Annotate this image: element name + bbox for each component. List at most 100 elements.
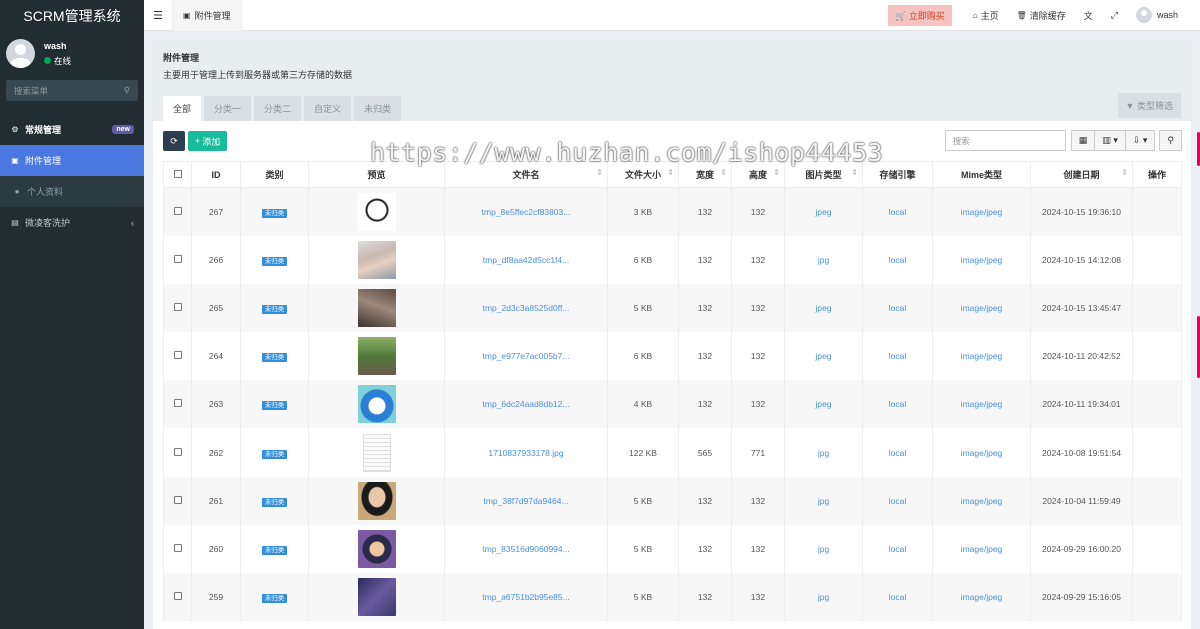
storage-link[interactable]: local [889,207,906,217]
image-type-link[interactable]: jpg [818,255,829,265]
user-menu[interactable]: wash [1127,0,1200,31]
preview-thumbnail[interactable] [357,288,396,327]
row-checkbox[interactable] [173,495,182,504]
row-checkbox[interactable] [173,543,182,552]
filename-link[interactable]: 1710837933178.jpg [488,448,563,458]
mime-link[interactable]: image/jpeg [961,351,1003,361]
sidebar-item-attachments[interactable]: ▣ 附件管理 [0,145,144,176]
filename-link[interactable]: tmp_a6751b2b95e85... [482,592,569,602]
storage-link[interactable]: local [889,496,906,506]
mime-link[interactable]: image/jpeg [961,255,1003,265]
mime-link[interactable]: image/jpeg [961,448,1003,458]
preview-thumbnail[interactable] [357,192,396,231]
category-tag[interactable]: 未归类 [261,594,288,604]
fullscreen-button[interactable]: ⤢ [1102,0,1127,31]
preview-thumbnail[interactable] [357,240,396,279]
columns-button[interactable]: ▥ ▾ [1094,130,1126,151]
language-button[interactable]: 文 [1075,0,1102,31]
column-header-image-type[interactable]: 图片类型 [784,161,863,188]
category-tag[interactable]: 未归类 [261,449,288,459]
preview-thumbnail[interactable] [362,433,391,472]
table-row[interactable]: 261 未归类 tmp_38f7d97da9464... 5 KB 132 13… [163,476,1182,525]
column-header-width[interactable]: 宽度 [678,161,732,188]
tab-category-two[interactable]: 分类二 [254,96,302,121]
storage-link[interactable]: local [889,399,906,409]
category-tag[interactable]: 未归类 [261,304,288,314]
image-type-link[interactable]: jpeg [815,351,831,361]
image-type-link[interactable]: jpg [818,496,829,506]
tab-attachments[interactable]: ▣ 附件管理 [172,0,242,31]
storage-link[interactable]: local [889,351,906,361]
row-checkbox[interactable] [173,254,182,263]
table-search-input[interactable]: 搜索 [944,130,1066,151]
table-row[interactable]: 265 未归类 tmp_2d3c3a8525d0ff... 5 KB 132 1… [163,283,1182,333]
category-tag[interactable]: 未归类 [261,353,288,363]
preview-thumbnail[interactable] [357,337,396,376]
export-button[interactable]: ⇩ ▾ [1124,130,1156,151]
type-filter-button[interactable]: ▼ 类型筛选 [1117,93,1181,118]
column-header-id[interactable]: ID [191,161,241,188]
menu-toggle-icon[interactable]: ☰ [144,9,172,22]
add-button[interactable]: + 添加 [188,131,228,151]
sidebar-item-laundry[interactable]: ▤ 微凌客洗护 ‹ [0,207,144,238]
refresh-button[interactable]: ⟳ [163,131,185,151]
image-type-link[interactable]: jpeg [815,207,831,217]
category-tag[interactable]: 未归类 [261,256,288,266]
mime-link[interactable]: image/jpeg [961,399,1003,409]
home-link[interactable]: ⌂ 主页 [964,0,1008,31]
preview-thumbnail[interactable] [357,578,396,617]
tab-category-one[interactable]: 分类一 [204,96,252,121]
filename-link[interactable]: tmp_2d3c3a8525d0ff... [483,303,570,313]
filename-link[interactable]: tmp_38f7d97da9464... [483,496,568,506]
storage-link[interactable]: local [889,303,906,313]
tab-uncategorized[interactable]: 未归类 [354,96,402,121]
category-tag[interactable]: 未归类 [261,208,288,218]
preview-thumbnail[interactable] [357,529,396,568]
storage-link[interactable]: local [889,592,906,602]
filename-link[interactable]: tmp_83516d9060994... [482,544,569,554]
row-checkbox[interactable] [173,447,182,456]
column-header-filename[interactable]: 文件名 [444,161,608,188]
category-tag[interactable]: 未归类 [261,497,288,507]
clear-cache-button[interactable]: 🗑 清除缓存 [1008,0,1075,31]
mime-link[interactable]: image/jpeg [961,496,1003,506]
row-checkbox[interactable] [173,399,182,408]
mime-link[interactable]: image/jpeg [961,544,1003,554]
search-toggle-button[interactable]: ⚲ [1159,130,1182,151]
preview-thumbnail[interactable] [357,481,396,520]
column-header-filesize[interactable]: 文件大小 [607,161,679,188]
preview-thumbnail[interactable] [357,385,396,424]
table-row[interactable]: 267 未归类 tmp_8e5ffec2cf83803... 3 KB 132 … [163,187,1182,236]
table-row[interactable]: 264 未归类 tmp_e977e7ac005b7... 6 KB 132 13… [163,332,1182,381]
image-type-link[interactable]: jpg [818,448,829,458]
table-row[interactable]: 260 未归类 tmp_83516d9060994... 5 KB 132 13… [163,524,1182,573]
row-checkbox[interactable] [173,351,182,360]
toggle-view-button[interactable]: ▦ [1070,130,1096,151]
filename-link[interactable]: tmp_6dc24aad8db12... [483,399,570,409]
table-row[interactable]: 259 未归类 tmp_a6751b2b95e85... 5 KB 132 13… [163,573,1182,622]
storage-link[interactable]: local [889,544,906,554]
filename-link[interactable]: tmp_8e5ffec2cf83803... [482,207,571,217]
mime-link[interactable]: image/jpeg [961,207,1003,217]
filename-link[interactable]: tmp_e977e7ac005b7... [483,351,570,361]
sidebar-search-input[interactable]: 搜索菜单 ⚲ [6,80,138,101]
table-row[interactable]: 266 未归类 tmp_df8aa42d5cc1f4... 6 KB 132 1… [163,235,1182,284]
column-header-height[interactable]: 高度 [731,161,785,188]
storage-link[interactable]: local [889,255,906,265]
row-checkbox[interactable] [173,206,182,215]
image-type-link[interactable]: jpeg [815,303,831,313]
table-row[interactable]: 263 未归类 tmp_6dc24aad8db12... 4 KB 132 13… [163,380,1182,429]
table-row[interactable]: 262 未归类 1710837933178.jpg 122 KB 565 771… [163,428,1182,477]
sidebar-item-profile[interactable]: ● 个人资料 [0,176,144,207]
select-all-checkbox[interactable] [173,169,182,178]
image-type-link[interactable]: jpg [818,544,829,554]
row-checkbox[interactable] [173,592,182,601]
image-type-link[interactable]: jpeg [815,399,831,409]
image-type-link[interactable]: jpg [818,592,829,602]
column-header-created[interactable]: 创建日期 [1030,161,1133,188]
storage-link[interactable]: local [889,448,906,458]
app-title[interactable]: SCRM管理系统 [0,0,144,31]
select-all-header[interactable] [163,161,192,188]
filename-link[interactable]: tmp_df8aa42d5cc1f4... [483,255,569,265]
tab-all[interactable]: 全部 [163,96,202,121]
